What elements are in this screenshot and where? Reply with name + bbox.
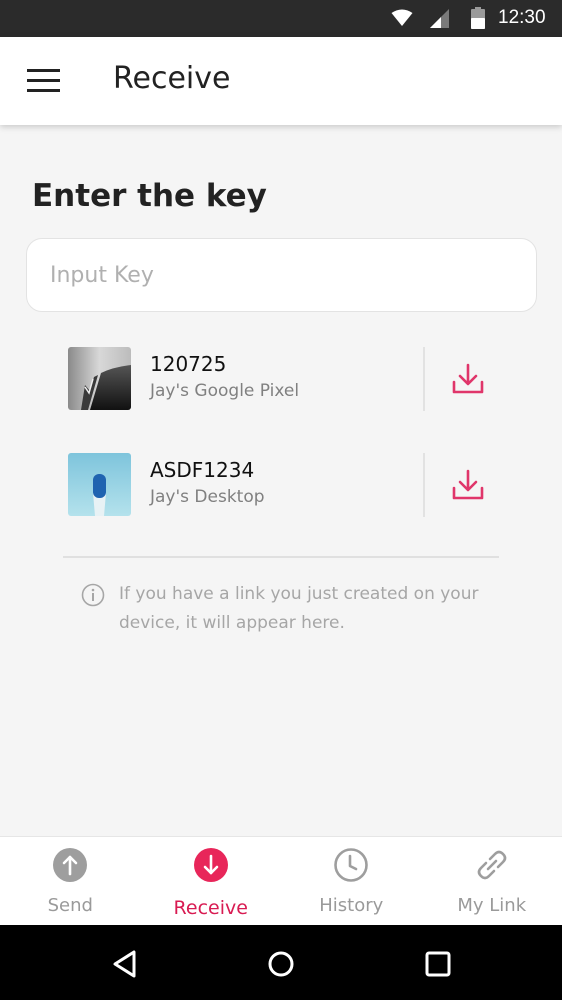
bottom-navigation: Send Receive History My Link — [0, 836, 562, 925]
thumbnail-image — [68, 347, 131, 410]
back-icon[interactable] — [110, 949, 140, 979]
section-heading: Enter the key — [32, 178, 267, 214]
app-bar: Receive — [0, 37, 562, 125]
tab-label: My Link — [457, 895, 527, 916]
download-circle-icon — [193, 848, 228, 882]
info-icon — [81, 583, 105, 607]
tab-receive[interactable]: Receive — [141, 837, 282, 925]
thumbnail-image — [68, 453, 131, 516]
battery-icon — [471, 7, 485, 29]
upload-circle-icon — [53, 848, 88, 882]
hamburger-menu-icon[interactable] — [27, 69, 61, 93]
vertical-divider — [423, 453, 425, 517]
tab-send[interactable]: Send — [0, 837, 141, 925]
key-input[interactable] — [26, 238, 537, 312]
recent-link-item[interactable]: ASDF1234 Jay's Desktop — [68, 453, 500, 517]
link-key: ASDF1234 — [150, 458, 255, 482]
page-title: Receive — [113, 61, 231, 96]
list-divider — [63, 556, 499, 558]
clock-icon — [334, 848, 369, 882]
home-icon[interactable] — [266, 949, 296, 979]
cell-signal-icon — [430, 9, 449, 28]
link-device: Jay's Google Pixel — [150, 381, 300, 401]
recents-icon[interactable] — [423, 949, 453, 979]
tab-label: Send — [47, 895, 93, 916]
link-device: Jay's Desktop — [150, 487, 265, 507]
info-text: If you have a link you just created on y… — [119, 584, 479, 633]
tab-history[interactable]: History — [281, 837, 422, 925]
tab-label: Receive — [173, 897, 248, 919]
system-navigation-bar — [0, 925, 562, 1000]
tab-label: History — [319, 895, 384, 916]
wifi-icon — [391, 9, 413, 26]
status-bar: 12:30 — [0, 0, 562, 37]
download-icon[interactable] — [450, 361, 486, 397]
recent-link-item[interactable]: 120725 Jay's Google Pixel — [68, 347, 500, 411]
tab-my-link[interactable]: My Link — [422, 837, 562, 925]
vertical-divider — [423, 347, 425, 411]
link-key: 120725 — [150, 352, 227, 376]
download-icon[interactable] — [450, 467, 486, 503]
link-icon — [477, 850, 507, 880]
status-time: 12:30 — [498, 7, 546, 28]
